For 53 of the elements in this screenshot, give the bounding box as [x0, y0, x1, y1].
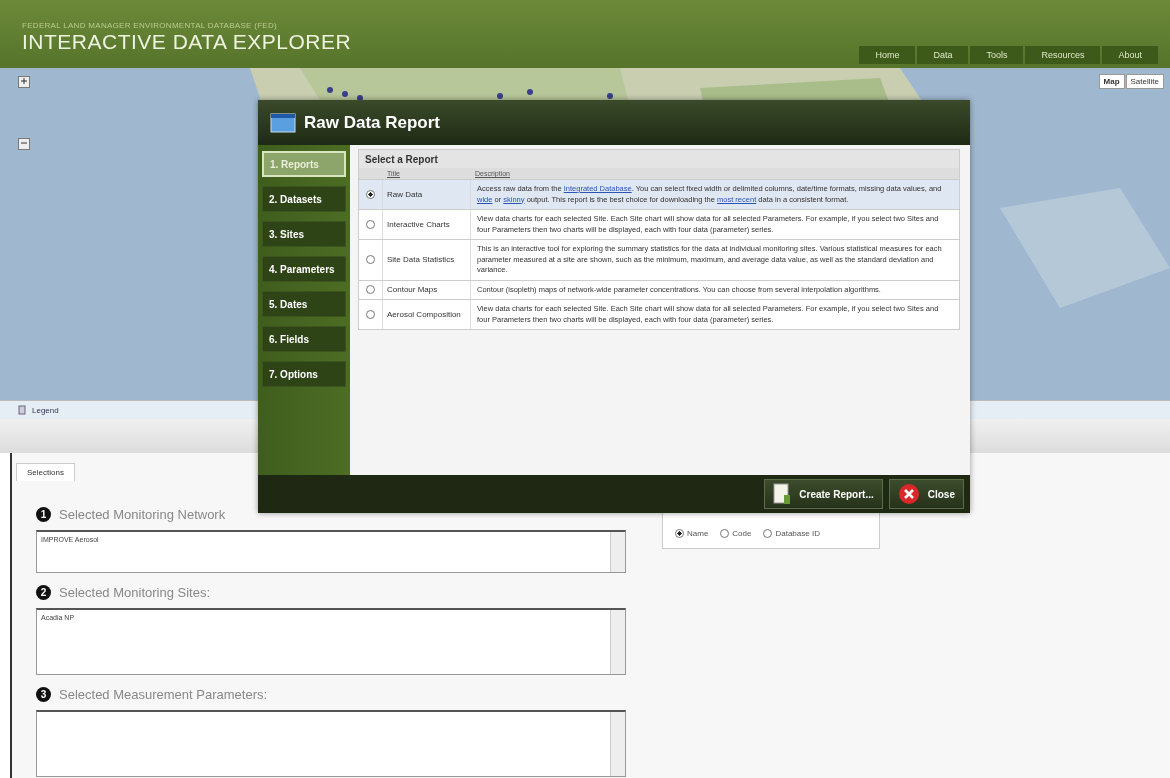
step-tab[interactable]: 6. Fields [262, 326, 346, 352]
nav-item[interactable]: Tools [970, 46, 1024, 64]
window-icon [270, 112, 296, 133]
panel-title: Select a Report [359, 150, 959, 168]
report-row[interactable] [359, 239, 959, 280]
selection-field[interactable] [36, 710, 626, 777]
scrollbar[interactable] [610, 532, 625, 572]
report-title: Aerosol Composition [383, 300, 471, 329]
step-number: 1 [36, 507, 51, 522]
map-type-button[interactable]: Satellite [1125, 74, 1164, 89]
step-tab[interactable]: 4. Parameters [262, 256, 346, 282]
legend-link[interactable]: Legend [32, 405, 59, 415]
radio-button[interactable] [366, 255, 375, 265]
report-row[interactable] [359, 179, 959, 209]
section-label: Selected Monitoring Sites: [59, 585, 211, 600]
section-label: Selected Monitoring Network [59, 507, 226, 522]
report-title: Site Data Statistics [383, 240, 471, 280]
report-row[interactable] [359, 209, 959, 239]
selections-tab[interactable]: Selections [16, 463, 75, 481]
close-button[interactable]: Close [888, 479, 964, 509]
step-tab[interactable]: 3. Sites [262, 221, 346, 247]
step-tab[interactable]: 2. Datasets [262, 186, 346, 212]
nav-item[interactable]: About [1102, 46, 1158, 64]
scrollbar[interactable] [610, 712, 625, 776]
minus-icon [20, 139, 28, 147]
zoom-in-button[interactable] [18, 76, 30, 88]
radio-button[interactable] [366, 310, 375, 319]
step-number: 2 [36, 585, 51, 600]
zoom-out-button[interactable] [18, 138, 30, 150]
close-icon [897, 483, 920, 505]
nav-item[interactable]: Resources [1025, 46, 1101, 64]
scrollbar[interactable] [610, 610, 625, 674]
plus-icon [20, 77, 28, 85]
radio-button[interactable] [366, 220, 375, 229]
dialog-title: Raw Data Report [304, 112, 441, 133]
app-title: INTERACTIVE DATA EXPLORER [22, 30, 352, 54]
step-tab[interactable]: 5. Dates [262, 291, 346, 317]
create-report-button[interactable]: Create Report... [764, 479, 883, 509]
nav-item[interactable]: Home [859, 46, 916, 64]
display-radio[interactable]: Name [675, 529, 709, 538]
legend-icon [18, 405, 26, 415]
document-icon [773, 483, 792, 505]
map-type-button[interactable]: Map [1098, 74, 1125, 89]
step-tab[interactable]: 7. Options [262, 361, 346, 387]
step-number: 3 [36, 687, 51, 702]
report-row[interactable] [359, 299, 959, 329]
display-radio[interactable]: Code [720, 529, 752, 538]
nav-item[interactable]: Data [917, 46, 969, 64]
display-radio[interactable]: Database ID [763, 529, 820, 538]
radio-button[interactable] [366, 285, 375, 295]
section-label: Selected Measurement Parameters: [59, 687, 268, 702]
radio-button[interactable] [366, 190, 375, 199]
header-subtitle: FEDERAL LAND MANAGER ENVIRONMENTAL DATABASE (FED) [22, 21, 279, 30]
